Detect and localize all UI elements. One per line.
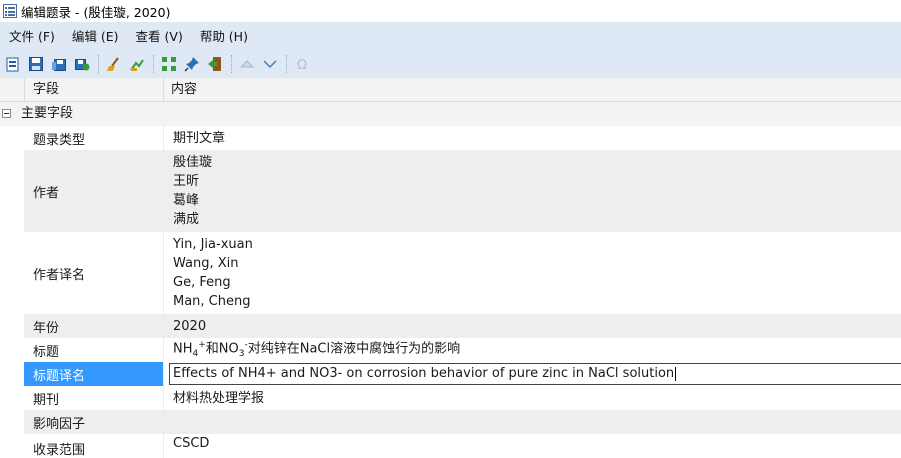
value-text: 2020 <box>173 318 207 334</box>
title-bar: 编辑题录 - (殷佳璇, 2020) <box>0 0 901 22</box>
author-item: Wang, Xin <box>173 256 239 271</box>
author-item: Yin, Jia-xuan <box>173 237 253 252</box>
field-value[interactable]: 期刊文章 <box>164 126 901 150</box>
field-value[interactable]: Yin, Jia-xuan Wang, Xin Ge, Feng Man, Ch… <box>164 232 901 314</box>
field-label: 收录范围 <box>24 434 164 458</box>
field-label: 标题 <box>24 338 164 362</box>
group-main-fields[interactable]: 主要字段 <box>0 102 901 126</box>
row-title[interactable]: 标题 NH4+和NO3-对纯锌在NaCl溶液中腐蚀行为的影响 <box>0 338 901 362</box>
toolbar-separator <box>286 54 288 73</box>
toolbar-separator <box>98 54 100 73</box>
menu-help[interactable]: 帮助 (H) <box>191 26 256 45</box>
move-down-icon[interactable] <box>261 55 279 73</box>
exit-icon[interactable] <box>206 55 224 73</box>
toolbar-separator <box>231 54 233 73</box>
author-item: Ge, Feng <box>173 275 231 290</box>
row-indexed[interactable]: 收录范围 CSCD <box>0 434 901 458</box>
field-value[interactable]: NH4+和NO3-对纯锌在NaCl溶液中腐蚀行为的影响 <box>164 338 901 362</box>
move-up-icon[interactable] <box>238 55 256 73</box>
clear-icon[interactable] <box>105 55 123 73</box>
list-icon <box>3 4 17 18</box>
author-item: 满成 <box>173 212 200 227</box>
column-header-content[interactable]: 内容 <box>164 78 197 102</box>
field-label: 题录类型 <box>24 126 164 150</box>
row-impact-factor[interactable]: 影响因子 <box>0 410 901 434</box>
window-title: 编辑题录 - (殷佳璇, 2020) <box>21 4 171 20</box>
field-label: 年份 <box>24 314 164 338</box>
title-translation-input[interactable]: Effects of NH4+ and NO3- on corrosion be… <box>169 363 901 385</box>
author-item: 王昕 <box>173 174 200 189</box>
row-ref-type[interactable]: 题录类型 期刊文章 <box>0 126 901 150</box>
save-all-icon[interactable] <box>50 55 68 73</box>
field-value[interactable]: 殷佳璇 王昕 葛峰 满成 <box>164 150 901 232</box>
format-icon[interactable] <box>128 55 146 73</box>
column-header: 字段 内容 <box>0 78 901 102</box>
value-text: CSCD <box>173 436 210 451</box>
field-label: 作者译名 <box>24 232 164 314</box>
field-grid: 主要字段 题录类型 期刊文章 作者 殷佳璇 王昕 葛峰 满成 作者译名 Yin,… <box>0 102 901 458</box>
row-authors[interactable]: 作者 殷佳璇 王昕 葛峰 满成 <box>0 150 901 232</box>
author-item: 葛峰 <box>173 193 200 208</box>
field-value[interactable]: CSCD <box>164 434 901 458</box>
menu-file[interactable]: 文件 (F) <box>0 26 63 45</box>
row-year[interactable]: 年份 2020 <box>0 314 901 338</box>
group-label: 主要字段 <box>21 106 74 121</box>
menu-edit[interactable]: 编辑 (E) <box>63 26 127 45</box>
row-authors-translated[interactable]: 作者译名 Yin, Jia-xuan Wang, Xin Ge, Feng Ma… <box>0 232 901 314</box>
row-journal[interactable]: 期刊 材料热处理学报 <box>0 386 901 410</box>
value-text: NH4+和NO3-对纯锌在NaCl溶液中腐蚀行为的影响 <box>173 340 461 359</box>
column-header-field[interactable]: 字段 <box>24 78 164 102</box>
field-label: 标题译名 <box>24 362 164 386</box>
expand-all-icon[interactable] <box>160 55 178 73</box>
value-text: 期刊文章 <box>173 130 226 146</box>
toolbar-separator <box>153 54 155 73</box>
collapse-icon[interactable] <box>2 109 11 118</box>
row-title-translated[interactable]: 标题译名 Effects of NH4+ and NO3- on corrosi… <box>0 362 901 386</box>
menu-view[interactable]: 查看 (V) <box>127 26 191 45</box>
field-value[interactable]: 材料热处理学报 <box>164 386 901 410</box>
field-value[interactable] <box>164 410 901 434</box>
field-value[interactable]: 2020 <box>164 314 901 338</box>
value-text: 材料热处理学报 <box>173 390 265 406</box>
field-label: 作者 <box>24 150 164 232</box>
omega-icon[interactable]: Ω <box>293 55 311 73</box>
save-close-icon[interactable] <box>73 55 91 73</box>
author-item: 殷佳璇 <box>173 155 213 170</box>
pin-icon[interactable] <box>183 55 201 73</box>
new-record-icon[interactable] <box>4 55 22 73</box>
menu-bar: 文件 (F) 编辑 (E) 查看 (V) 帮助 (H) <box>0 22 901 49</box>
svg-text:Ω: Ω <box>297 58 307 72</box>
toolbar: Ω <box>0 49 901 78</box>
field-label: 期刊 <box>24 386 164 410</box>
field-label: 影响因子 <box>24 410 164 434</box>
save-icon[interactable] <box>27 55 45 73</box>
author-item: Man, Cheng <box>173 294 251 309</box>
